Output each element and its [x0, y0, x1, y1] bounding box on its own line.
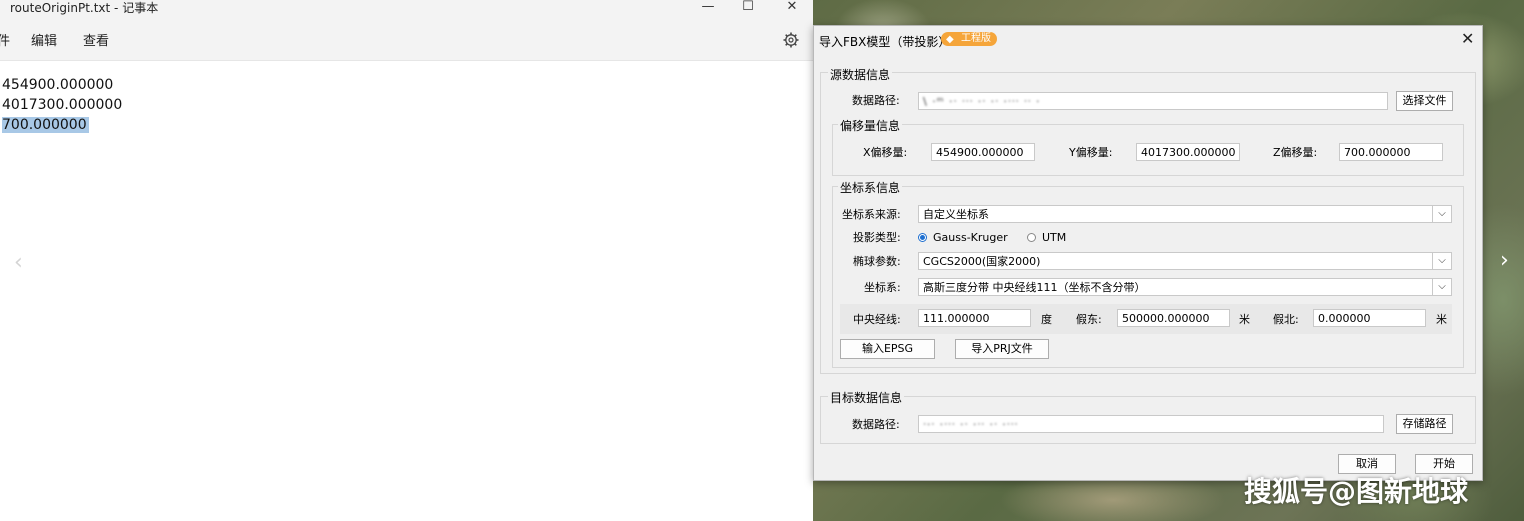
- target-data-legend: 目标数据信息: [828, 389, 905, 406]
- crs-source-label: 坐标系来源:: [842, 208, 901, 221]
- source-path-value: \ ·ᵐ ·ᐧ ᐧᐧᐧ ·ᐧ ·ᐧ ·ᐧᐧᐧ ᐧᐧ ·: [923, 95, 1041, 108]
- radio-utm[interactable]: [1027, 233, 1036, 242]
- notepad-title: routeOriginPt.txt - 记事本: [10, 1, 159, 15]
- target-path-value: ᐧ·ᐧ ·ᐧᐧᐧ ·ᐧ ·ᐧᐧ ·ᐧ ·ᐧᐧᐧ: [923, 418, 1019, 431]
- projection-type-label: 投影类型:: [853, 231, 901, 244]
- menu-edit[interactable]: 编辑: [31, 34, 57, 50]
- radio-gauss-kruger-label[interactable]: Gauss-Kruger: [933, 231, 1008, 245]
- source-path-input[interactable]: \ ·ᵐ ·ᐧ ᐧᐧᐧ ·ᐧ ·ᐧ ·ᐧᐧᐧ ᐧᐧ ·: [918, 92, 1388, 110]
- offset-legend: 偏移量信息: [838, 117, 903, 134]
- diamond-icon: ◆: [946, 34, 954, 45]
- radio-utm-label[interactable]: UTM: [1042, 231, 1066, 245]
- coordinate-system-value: 高斯三度分带 中央经线111（坐标不含分带）: [923, 281, 1146, 294]
- false-easting-label: 假东:: [1076, 313, 1102, 326]
- notepad-window: routeOriginPt.txt - 记事本 — ☐ ✕ 件 编辑 查看 45…: [0, 0, 813, 521]
- central-meridian-input[interactable]: 111.000000: [918, 309, 1031, 327]
- text-line[interactable]: 4017300.000000: [2, 96, 122, 114]
- ellipsoid-label: 椭球参数:: [853, 255, 901, 268]
- source-path-label: 数据路径:: [852, 94, 900, 107]
- import-prj-button[interactable]: 导入PRJ文件: [955, 339, 1049, 359]
- edition-badge: ◆ 工程版: [941, 32, 997, 46]
- chevron-down-icon[interactable]: ⌵: [1432, 253, 1451, 269]
- crs-legend: 坐标系信息: [838, 179, 903, 196]
- y-offset-label: Y偏移量:: [1069, 146, 1113, 159]
- chevron-down-icon[interactable]: ⌵: [1432, 206, 1451, 222]
- crs-source-select[interactable]: 自定义坐标系 ⌵: [918, 205, 1452, 223]
- menu-file[interactable]: 件: [0, 34, 10, 50]
- input-epsg-button[interactable]: 输入EPSG: [840, 339, 935, 359]
- coordinate-system-label: 坐标系:: [864, 281, 901, 294]
- false-northing-label: 假北:: [1273, 313, 1299, 326]
- save-path-button[interactable]: 存储路径: [1396, 414, 1453, 434]
- central-meridian-unit: 度: [1041, 313, 1052, 326]
- dialog-title: 导入FBX模型（带投影）: [819, 35, 951, 49]
- notepad-menubar: 件 编辑 查看: [0, 20, 813, 61]
- maximize-button[interactable]: ☐: [728, 0, 768, 14]
- z-offset-input[interactable]: 700.000000: [1339, 143, 1443, 161]
- source-data-legend: 源数据信息: [828, 66, 893, 83]
- target-path-input[interactable]: ᐧ·ᐧ ·ᐧᐧᐧ ·ᐧ ·ᐧᐧ ·ᐧ ·ᐧᐧᐧ: [918, 415, 1384, 433]
- false-northing-input[interactable]: 0.000000: [1313, 309, 1426, 327]
- z-offset-label: Z偏移量:: [1273, 146, 1318, 159]
- gear-icon[interactable]: [783, 32, 799, 48]
- false-northing-unit: 米: [1436, 313, 1447, 326]
- chevron-left-icon[interactable]: ‹: [14, 250, 23, 275]
- import-fbx-dialog: 导入FBX模型（带投影） ◆ 工程版 ✕ 源数据信息 数据路径: \ ·ᵐ ·ᐧ…: [813, 25, 1483, 481]
- x-offset-input[interactable]: 454900.000000: [931, 143, 1035, 161]
- select-file-button[interactable]: 选择文件: [1396, 91, 1453, 111]
- menu-view[interactable]: 查看: [83, 34, 109, 50]
- x-offset-label: X偏移量:: [863, 146, 908, 159]
- false-easting-input[interactable]: 500000.000000: [1117, 309, 1230, 327]
- chevron-right-icon[interactable]: ›: [1500, 248, 1509, 273]
- watermark: 搜狐号@图新地球: [1244, 475, 1469, 508]
- chevron-down-icon[interactable]: ⌵: [1432, 279, 1451, 295]
- radio-gauss-kruger[interactable]: [918, 233, 927, 242]
- edition-badge-label: 工程版: [961, 33, 991, 44]
- text-line[interactable]: 454900.000000: [2, 76, 113, 94]
- close-button[interactable]: ✕: [772, 0, 812, 14]
- false-easting-unit: 米: [1239, 313, 1250, 326]
- selected-text-line[interactable]: 700.000000: [2, 117, 89, 133]
- ellipsoid-select[interactable]: CGCS2000(国家2000) ⌵: [918, 252, 1452, 270]
- ellipsoid-value: CGCS2000(国家2000): [923, 255, 1041, 268]
- central-meridian-label: 中央经线:: [853, 313, 901, 326]
- notepad-titlebar: routeOriginPt.txt - 记事本 — ☐ ✕: [0, 0, 813, 20]
- coordinate-system-select[interactable]: 高斯三度分带 中央经线111（坐标不含分带） ⌵: [918, 278, 1452, 296]
- target-path-label: 数据路径:: [852, 418, 900, 431]
- crs-source-value: 自定义坐标系: [923, 208, 989, 221]
- y-offset-input[interactable]: 4017300.000000: [1136, 143, 1240, 161]
- close-icon[interactable]: ✕: [1461, 29, 1474, 48]
- minimize-button[interactable]: —: [688, 0, 728, 14]
